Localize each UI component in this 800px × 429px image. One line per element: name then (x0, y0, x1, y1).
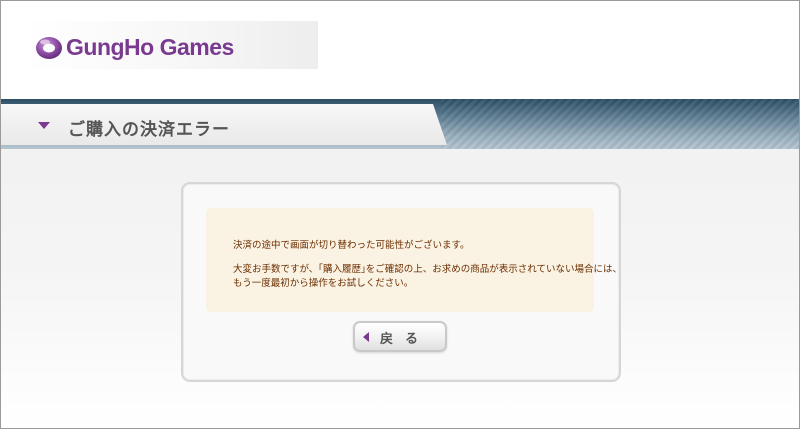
page-title: ご購入の決済エラー (68, 120, 230, 140)
logo-text: GungHo Games (66, 33, 234, 60)
gungho-logo-icon (34, 32, 64, 62)
gungho-logo[interactable]: GungHo Games (34, 31, 234, 63)
message-line-3: もう一度最初から操作をお試しください。 (233, 278, 414, 289)
message-line-1: 決済の途中で画面が切り替わった可能性がございます。 (233, 240, 470, 251)
title-band-pattern (441, 99, 799, 149)
back-button-label: 戻る (380, 332, 431, 347)
triangle-down-icon (38, 122, 50, 129)
triangle-left-icon (363, 332, 369, 342)
page-frame: GungHo Games ご購入の決済エラー 決済の途中で画面が切り替わった可能… (0, 0, 800, 429)
header: GungHo Games (1, 1, 799, 99)
message-box (206, 208, 594, 312)
message-line-2: 大変お手数ですが、｢購入履歴｣をご確認の上、お求めの商品が表示されていない場合に… (233, 264, 623, 275)
